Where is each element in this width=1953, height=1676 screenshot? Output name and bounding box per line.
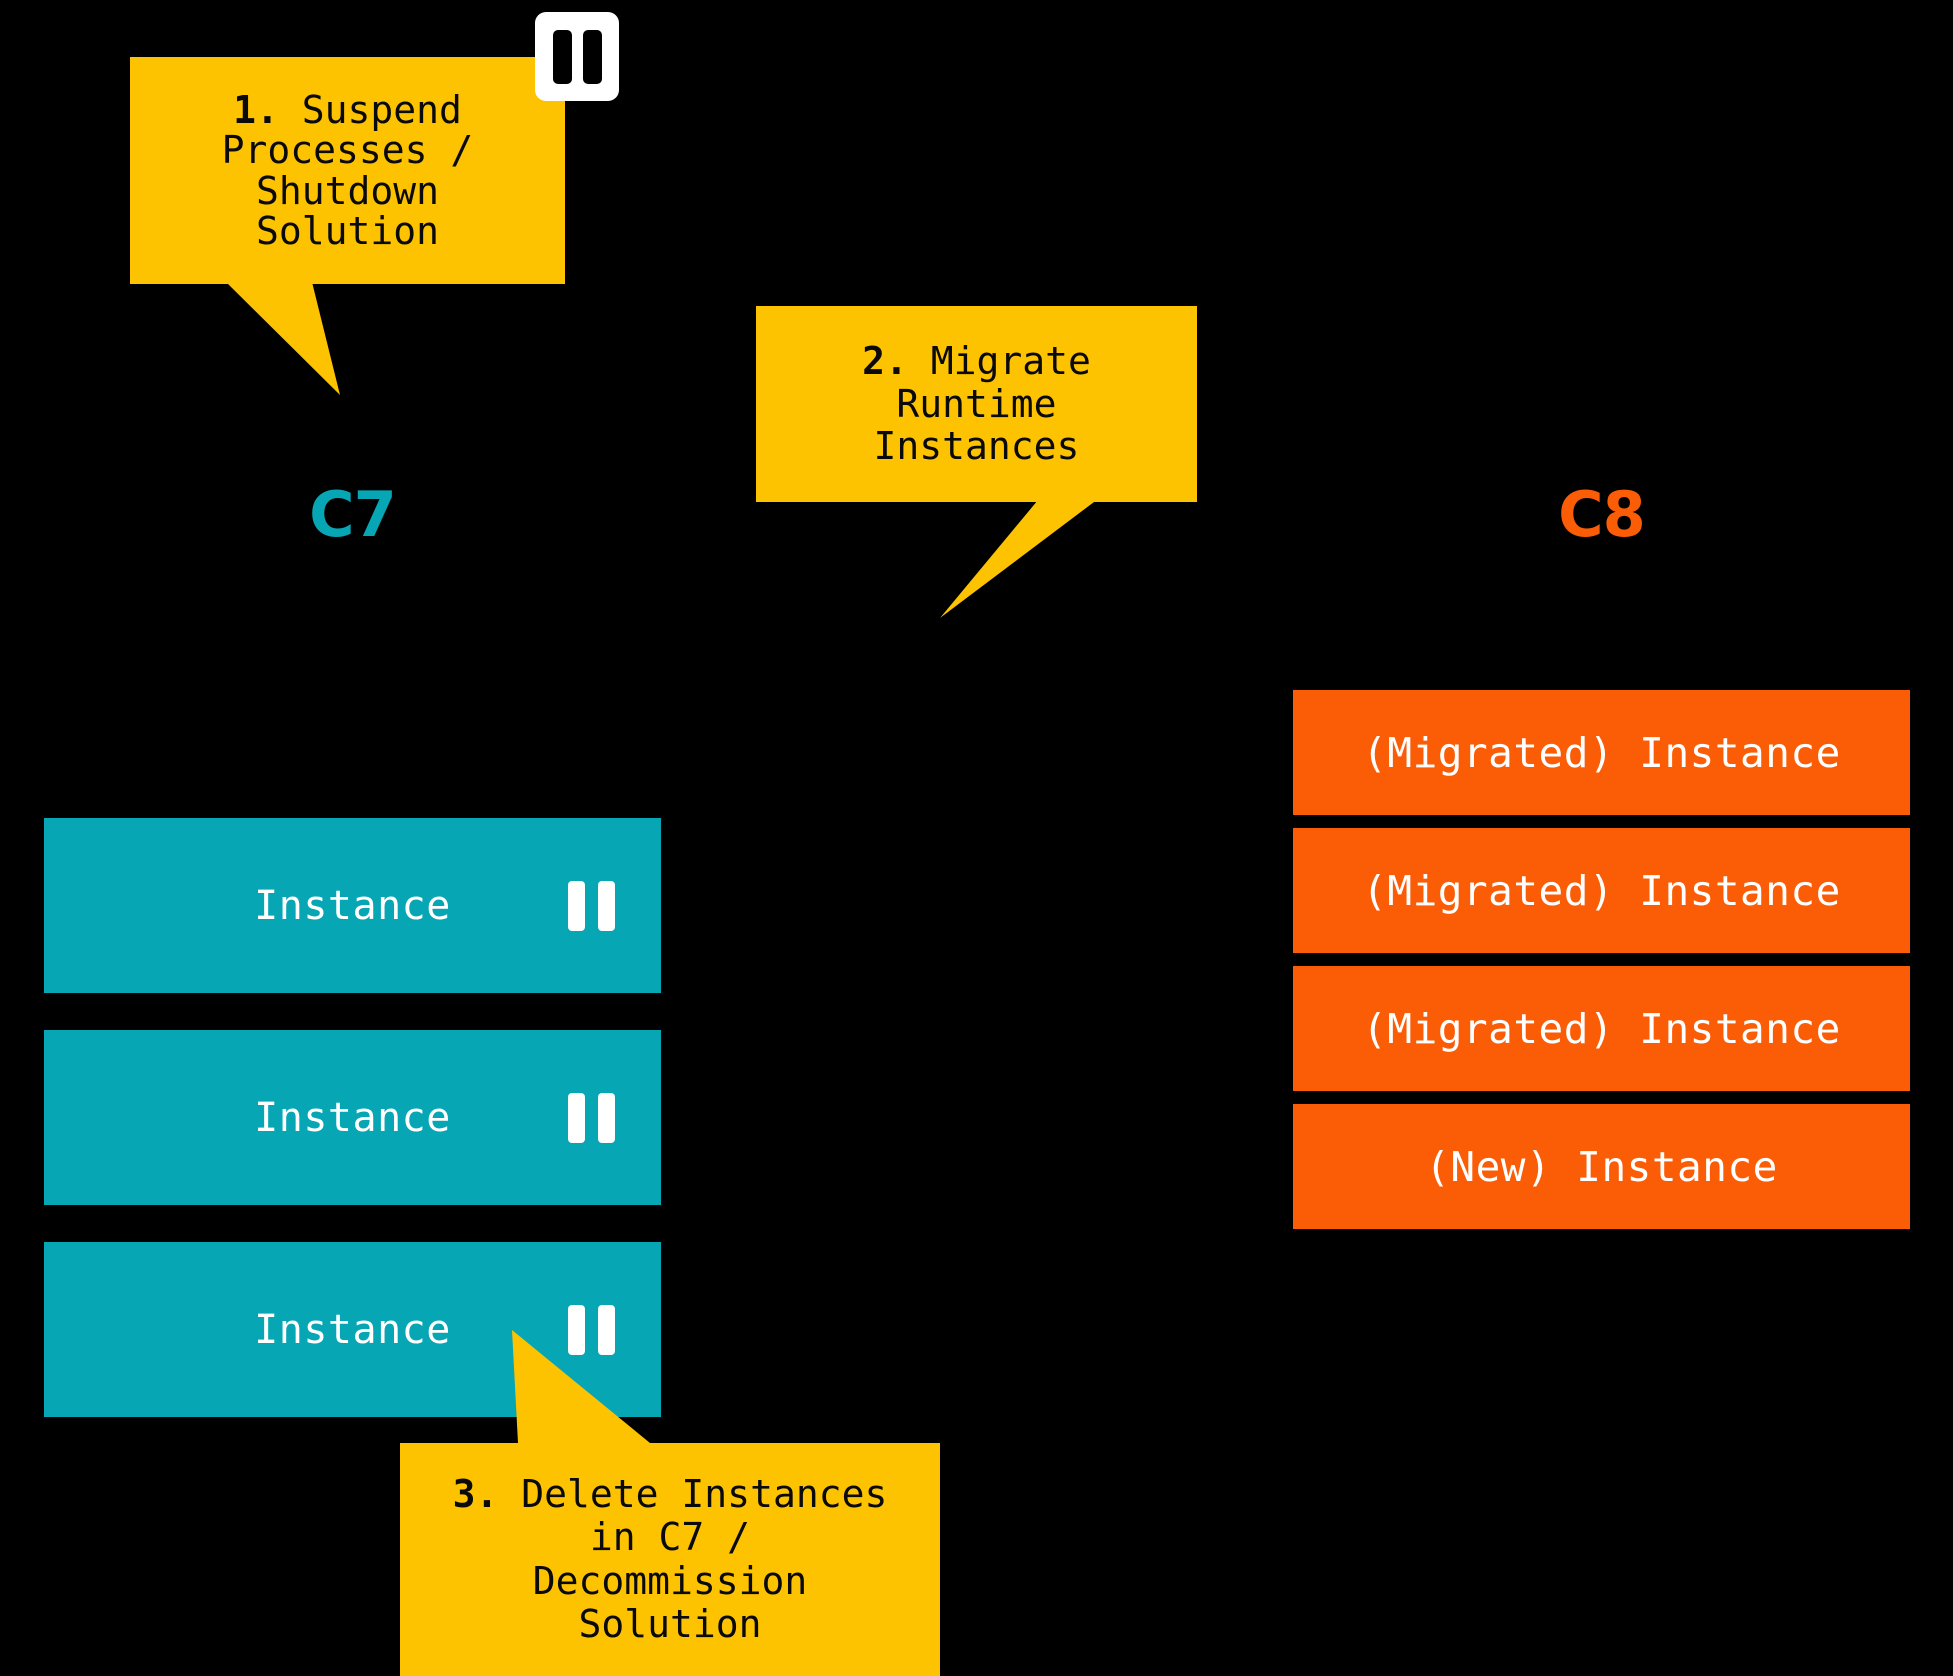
callout-2-tail xyxy=(940,500,1150,618)
callout-suspend-processes: 1. Suspend Processes / Shutdown Solution xyxy=(130,57,565,284)
column-label-c7: C7 xyxy=(309,478,397,551)
callout-1-text: 1. Suspend Processes / Shutdown Solution xyxy=(206,90,490,251)
callout-3-body: Delete Instances in C7 / Decommission So… xyxy=(521,1471,888,1646)
callout-delete-instances: 3. Delete Instances in C7 / Decommission… xyxy=(400,1443,940,1676)
callout-2-text: 2. Migrate Runtime Instances xyxy=(846,340,1107,468)
c8-instance-row[interactable]: (Migrated) Instance xyxy=(1293,966,1910,1091)
pause-icon-bar-left xyxy=(568,880,585,931)
c8-instance-list: (Migrated) Instance (Migrated) Instance … xyxy=(1293,690,1910,1229)
c7-instance-row[interactable]: Instance xyxy=(44,818,661,993)
c8-instance-label: (New) Instance xyxy=(1425,1142,1778,1191)
callout-1-step-number: 1. xyxy=(233,87,279,132)
callout-migrate-runtime-instances: 2. Migrate Runtime Instances xyxy=(756,306,1197,502)
c8-instance-label: (Migrated) Instance xyxy=(1362,866,1841,915)
pause-icon-bar-right xyxy=(598,1092,615,1143)
c7-instance-label: Instance xyxy=(254,1306,451,1353)
c7-instance-label: Instance xyxy=(254,1094,451,1141)
c8-instance-row[interactable]: (New) Instance xyxy=(1293,1104,1910,1229)
pause-icon xyxy=(568,1092,615,1143)
pause-icon-bar-left xyxy=(568,1092,585,1143)
pause-icon-bar-right xyxy=(582,29,602,84)
callout-3-text: 3. Delete Instances in C7 / Decommission… xyxy=(437,1471,904,1646)
pause-icon xyxy=(535,12,619,101)
migration-diagram-canvas: 1. Suspend Processes / Shutdown Solution… xyxy=(0,0,1953,1676)
callout-3-step-number: 3. xyxy=(452,1471,499,1516)
pause-icon-bar-left xyxy=(552,29,572,84)
callout-1-tail xyxy=(198,282,340,395)
c8-instance-label: (Migrated) Instance xyxy=(1362,728,1841,777)
c7-instance-label: Instance xyxy=(254,882,451,929)
pause-icon-bar-right xyxy=(598,880,615,931)
c8-instance-row[interactable]: (Migrated) Instance xyxy=(1293,828,1910,953)
c7-instance-list: Instance Instance Instance xyxy=(44,818,661,1417)
c7-instance-row[interactable]: Instance xyxy=(44,1030,661,1205)
c8-instance-row[interactable]: (Migrated) Instance xyxy=(1293,690,1910,815)
column-label-c8: C8 xyxy=(1558,478,1646,551)
callout-2-step-number: 2. xyxy=(862,339,908,384)
pause-icon xyxy=(568,880,615,931)
callout-3-tail xyxy=(512,1330,650,1443)
c8-instance-label: (Migrated) Instance xyxy=(1362,1004,1841,1053)
